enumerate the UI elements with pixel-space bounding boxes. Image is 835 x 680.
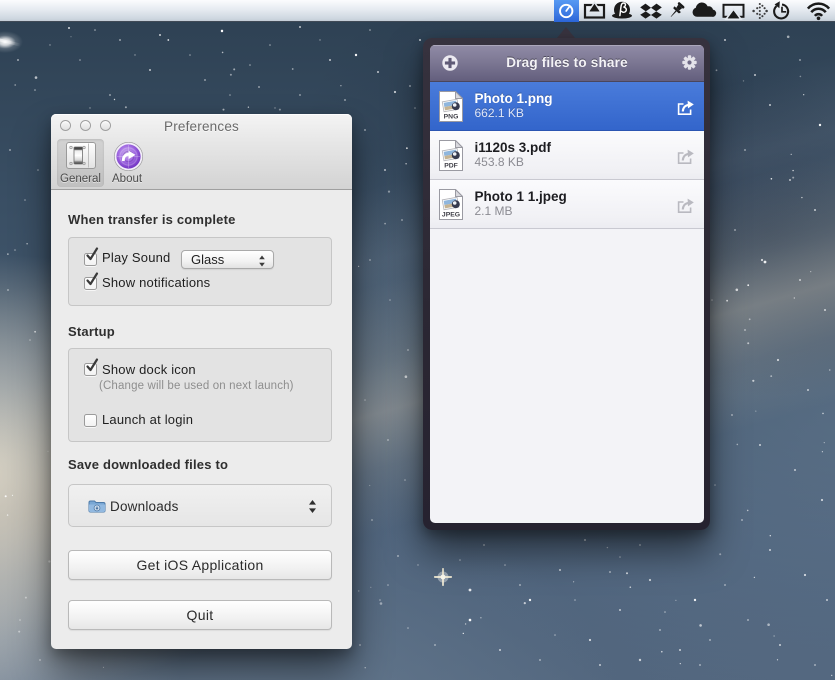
- svg-text:JPEG: JPEG: [442, 212, 460, 219]
- svg-text:PDF: PDF: [444, 163, 458, 170]
- svg-text:PNG: PNG: [444, 114, 459, 121]
